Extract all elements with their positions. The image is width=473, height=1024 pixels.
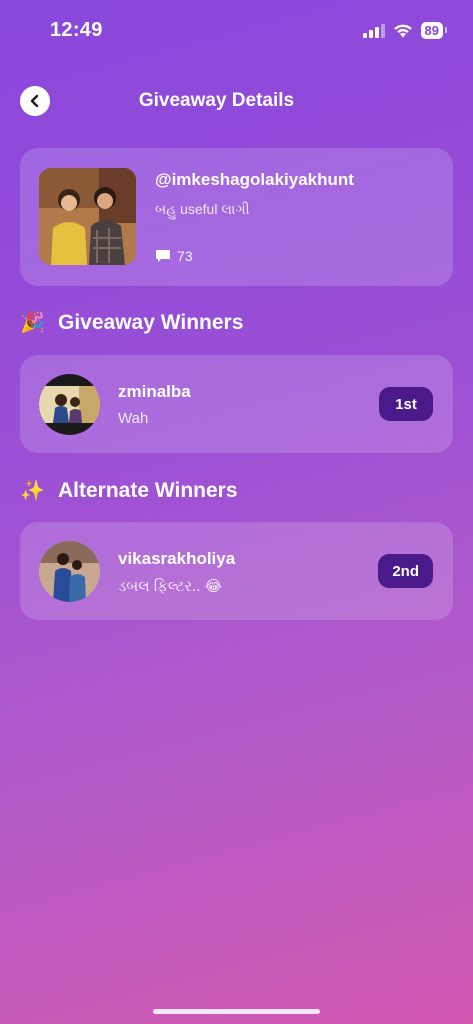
comment-bubble-icon: [156, 249, 170, 262]
winner-comment: Wah: [118, 410, 149, 427]
cellular-signal-icon: [362, 23, 385, 38]
comment-count-value: 73: [177, 248, 193, 264]
status-icons: 89: [362, 22, 448, 39]
battery-indicator: 89: [420, 22, 448, 39]
winner-card[interactable]: zminalba Wah 1st: [20, 355, 453, 453]
avatar: [39, 541, 100, 602]
section-title: Giveaway Winners: [58, 310, 244, 334]
sparkles-icon: ✨: [20, 480, 45, 502]
header: Giveaway Details: [0, 84, 473, 120]
section-title: Alternate Winners: [58, 478, 238, 502]
home-indicator[interactable]: [153, 1009, 320, 1014]
post-username: @imkeshagolakiyakhunt: [155, 170, 354, 189]
post-thumbnail: [39, 168, 136, 265]
page-title: Giveaway Details: [138, 90, 295, 111]
section-giveaway-winners: 🎉 Giveaway Winners: [20, 310, 243, 335]
alternate-comment: ડબલ ફિલ્ટર.. 😂: [118, 578, 223, 595]
wifi-icon: [393, 24, 412, 38]
alternate-username: vikasrakholiya: [118, 549, 236, 568]
party-popper-icon: 🎉: [20, 312, 45, 334]
status-bar: 12:49 89: [0, 0, 473, 62]
rank-badge: 1st: [379, 387, 433, 421]
comment-count: 73: [155, 248, 193, 264]
winner-username: zminalba: [118, 382, 191, 401]
rank-badge: 2nd: [378, 554, 433, 588]
status-time: 12:49: [50, 19, 103, 41]
post-comment: બહુ useful લાગી: [155, 201, 250, 217]
avatar: [39, 374, 100, 435]
post-card[interactable]: @imkeshagolakiyakhunt બહુ useful લાગી 73: [20, 148, 453, 286]
alternate-winner-card[interactable]: vikasrakholiya ડબલ ફિલ્ટર.. 😂 2nd: [20, 522, 453, 620]
section-alternate-winners: ✨ Alternate Winners: [20, 478, 238, 503]
